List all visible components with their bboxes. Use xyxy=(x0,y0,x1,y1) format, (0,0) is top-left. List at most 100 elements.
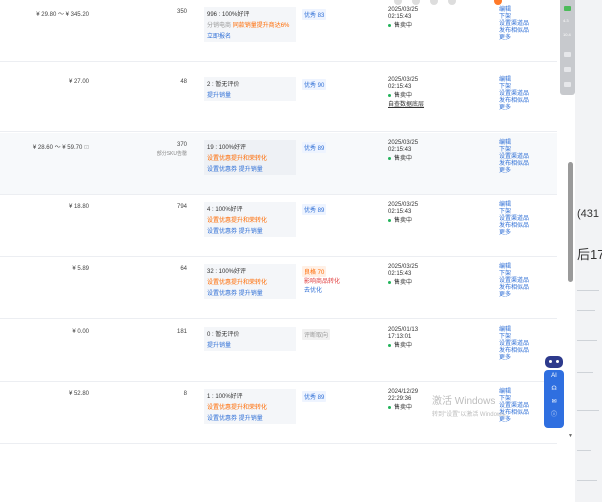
review-link[interactable]: 提升销量 xyxy=(239,229,263,235)
op-link[interactable]: 设置渠道品 xyxy=(499,154,529,161)
op-link[interactable]: 设置渠道品 xyxy=(499,21,529,28)
review-link[interactable]: 提升销量 xyxy=(239,291,263,297)
toolbar-icon[interactable] xyxy=(412,0,420,5)
review-summary: 4 : 100%好评 xyxy=(207,207,243,213)
price: ¥ 5.89 xyxy=(72,266,89,272)
scroll-down-arrow[interactable]: ▼ xyxy=(568,433,573,439)
quality-score-badge: 优秀 90 xyxy=(302,79,327,90)
review-link[interactable]: 提升销量 xyxy=(207,343,231,349)
price-icon[interactable]: ⊡ xyxy=(84,145,89,151)
stock: 8 xyxy=(183,391,187,397)
score-note[interactable]: 去优化 xyxy=(304,287,340,296)
op-link[interactable]: 编辑 xyxy=(499,327,529,334)
stock: 350 xyxy=(176,9,187,15)
status-dot-icon xyxy=(388,405,391,409)
status-badge: 售卖中 xyxy=(388,93,424,100)
table-row: ¥ 28.60 ～ ¥ 59.70 ⊡ 370 部分SKU告罄 19 : 100%好评… xyxy=(0,133,557,195)
op-link[interactable]: 设置渠道品 xyxy=(499,91,529,98)
review-link[interactable]: 立即报名 xyxy=(207,34,231,40)
toolbar-icon[interactable] xyxy=(448,0,456,5)
op-link[interactable]: 下架 xyxy=(499,147,529,154)
robot-icon[interactable] xyxy=(545,356,563,368)
review-link[interactable]: 设置优惠券 xyxy=(207,229,237,235)
price: ¥ 29.80 ～ ¥ 345.20 xyxy=(36,12,89,18)
date-cell: 2025/03/25 02:15:43 售卖中 xyxy=(388,7,419,30)
vertical-scrollbar[interactable]: ▼ xyxy=(567,0,575,448)
op-link[interactable]: 更多 xyxy=(499,35,529,42)
review-summary: 32 : 100%好评 xyxy=(207,269,247,275)
info-icon[interactable]: ⓘ xyxy=(544,409,564,422)
op-link[interactable]: 编辑 xyxy=(499,264,529,271)
review-link[interactable]: 设置优惠提升和荣转化 xyxy=(207,405,267,411)
review-link[interactable]: 设置优惠券 xyxy=(207,291,237,297)
op-link[interactable]: 更多 xyxy=(499,230,529,237)
op-link[interactable]: 下架 xyxy=(499,14,529,21)
op-link[interactable]: 更多 xyxy=(499,355,529,362)
op-link[interactable]: 下架 xyxy=(499,209,529,216)
review-link[interactable]: 设置优惠提升和荣转化 xyxy=(207,156,267,162)
operations: 编辑 下架 设置渠道品 发布相似品 更多 xyxy=(499,264,529,299)
review-link[interactable]: 提升销量 xyxy=(207,93,231,99)
operations: 编辑 下架 设置渠道品 发布相似品 更多 xyxy=(499,202,529,237)
op-link[interactable]: 更多 xyxy=(499,292,529,299)
op-link[interactable]: 发布相似品 xyxy=(499,348,529,355)
price: ¥ 18.80 xyxy=(68,204,89,210)
review-link[interactable]: 提升销量 xyxy=(239,416,263,422)
stock: 181 xyxy=(176,329,187,335)
op-link[interactable]: 发布相似品 xyxy=(499,285,529,292)
extra-link[interactable]: 自查数据底层 xyxy=(388,102,424,109)
watermark-line2: 转到"设置"以激活 Windows。 xyxy=(432,412,511,418)
op-link[interactable]: 编辑 xyxy=(499,202,529,209)
op-link[interactable]: 设置渠道品 xyxy=(499,341,529,348)
ai-assistant-widget: AI ☊ ✉ ⓘ xyxy=(544,356,564,428)
op-link[interactable]: 下架 xyxy=(499,271,529,278)
ai-button[interactable]: AI xyxy=(544,370,564,383)
review-link[interactable]: 设置优惠提升和荣转化 xyxy=(207,218,267,224)
op-link[interactable]: 设置渠道品 xyxy=(499,278,529,285)
message-icon[interactable]: ✉ xyxy=(544,396,564,409)
review-box: 0 : 暂无评价 提升销量 xyxy=(204,327,296,351)
adjacent-text-2: 后17 xyxy=(577,247,602,262)
operations: 编辑 下架 设置渠道品 发布相似品 更多 xyxy=(499,327,529,362)
review-link[interactable]: 设置优惠券 xyxy=(207,167,237,173)
headset-icon[interactable]: ☊ xyxy=(544,383,564,396)
notification-icon[interactable] xyxy=(494,0,502,5)
op-link[interactable]: 编辑 xyxy=(499,7,529,14)
table-row: ¥ 0.00 181 0 : 暂无评价 提升销量 评断取向 2025/01/13 17:1… xyxy=(0,320,557,382)
status-dot-icon xyxy=(388,156,391,160)
op-link[interactable]: 发布相似品 xyxy=(499,223,529,230)
op-link[interactable]: 更多 xyxy=(499,105,529,112)
review-link[interactable]: 分销电商 xyxy=(207,23,231,29)
review-box: 2 : 暂无评价 提升销量 xyxy=(204,77,296,101)
date-cell: 2024/12/29 22:29:36 售卖中 xyxy=(388,389,419,412)
op-link[interactable]: 下架 xyxy=(499,84,529,91)
op-link[interactable]: 发布相似品 xyxy=(499,28,529,35)
review-link[interactable]: 提升销量 xyxy=(239,167,263,173)
review-link[interactable]: 同款销量提升商达6% xyxy=(233,23,290,29)
toolbar-icon[interactable] xyxy=(394,0,402,5)
toolbar-icon[interactable] xyxy=(430,0,438,5)
status-badge: 售卖中 xyxy=(388,405,418,412)
stock: 64 xyxy=(180,266,187,272)
windows-watermark: 激活 Windows 转到"设置"以激活 Windows。 xyxy=(432,392,510,418)
status-badge: 售卖中 xyxy=(388,343,418,350)
op-link[interactable]: 编辑 xyxy=(499,140,529,147)
table-row: ¥ 29.80 ～ ¥ 345.20 350 996 : 100%好评 分销电商 同… xyxy=(0,0,557,62)
op-link[interactable]: 设置渠道品 xyxy=(499,216,529,223)
review-link[interactable]: 设置优惠提升和荣转化 xyxy=(207,280,267,286)
op-link[interactable]: 更多 xyxy=(499,417,529,424)
product-table: ¥ 29.80 ～ ¥ 345.20 350 996 : 100%好评 分销电商 同… xyxy=(0,0,557,448)
op-link[interactable]: 发布相似品 xyxy=(499,98,529,105)
status-badge: 售卖中 xyxy=(388,23,418,30)
table-row: ¥ 27.00 48 2 : 暂无评价 提升销量 优秀 90 2025/03/25 02:… xyxy=(0,70,557,132)
op-link[interactable]: 编辑 xyxy=(499,77,529,84)
op-link[interactable]: 发布相似品 xyxy=(499,161,529,168)
review-summary: 0 : 暂无评价 xyxy=(207,332,240,338)
status-badge: 售卖中 xyxy=(388,280,418,287)
review-box: 19 : 100%好评 设置优惠提升和荣转化 设置优惠券 提升销量 xyxy=(204,140,296,175)
op-link[interactable]: 下架 xyxy=(499,334,529,341)
table-row: ¥ 18.80 794 4 : 100%好评 设置优惠提升和荣转化 设置优惠券 提升销… xyxy=(0,195,557,257)
op-link[interactable]: 更多 xyxy=(499,168,529,175)
review-link[interactable]: 设置优惠券 xyxy=(207,416,237,422)
scrollbar-thumb[interactable] xyxy=(568,162,573,282)
